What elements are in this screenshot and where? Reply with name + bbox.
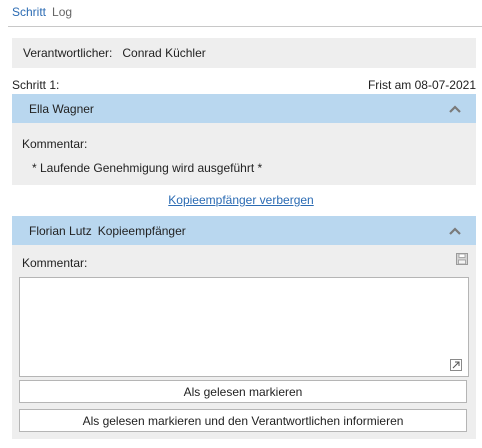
approver-name: Ella Wagner <box>29 101 94 116</box>
chevron-up-icon[interactable] <box>448 104 462 114</box>
responsible-label: Verantwortlicher: <box>23 46 113 60</box>
cc-role: Kopieempfänger <box>97 223 186 238</box>
tab-bar: Schritt Log <box>12 4 72 20</box>
responsible-row: Verantwortlicher: Conrad Küchler <box>12 38 476 68</box>
step-label: Schritt 1: <box>12 78 60 92</box>
cc-comment-label: Kommentar: <box>22 256 88 270</box>
responsible-value: Conrad Küchler <box>122 46 206 60</box>
approver-comment-label: Kommentar: <box>22 137 88 151</box>
save-icon[interactable] <box>456 253 468 265</box>
tab-log[interactable]: Log <box>52 4 72 20</box>
chevron-up-icon[interactable] <box>448 226 462 236</box>
approver-comment-text: * Laufende Genehmigung wird ausgeführt * <box>32 161 263 175</box>
cc-header[interactable]: Florian Lutz Kopieempfänger <box>12 216 476 245</box>
due-date: Frist am 08-07-2021 <box>367 78 476 92</box>
tab-divider <box>8 26 482 27</box>
resize-icon[interactable] <box>450 359 462 371</box>
mark-read-inform-button[interactable]: Als gelesen markieren und den Verantwort… <box>19 409 467 432</box>
cc-name: Florian Lutz <box>29 223 92 238</box>
hide-copy-recipients-link[interactable]: Kopieempfänger verbergen <box>168 193 313 207</box>
step-row: Schritt 1: Frist am 08-07-2021 <box>12 78 476 92</box>
mark-read-button[interactable]: Als gelesen markieren <box>19 380 467 403</box>
copy-recipients-link-row: Kopieempfänger verbergen <box>0 193 482 207</box>
tab-schritt[interactable]: Schritt <box>12 4 46 20</box>
approver-header[interactable]: Ella Wagner <box>12 94 476 123</box>
cc-comment-textarea[interactable] <box>19 277 469 377</box>
approver-panel: Kommentar: * Laufende Genehmigung wird a… <box>12 123 476 185</box>
cc-panel: Kommentar: Als gelesen markieren Als gel… <box>12 245 476 439</box>
